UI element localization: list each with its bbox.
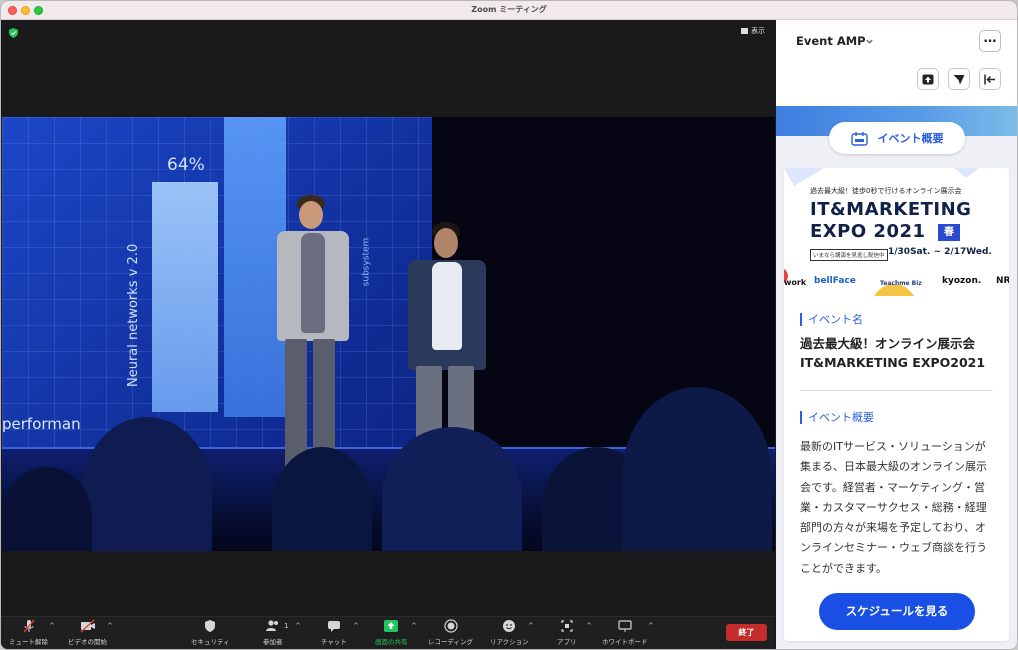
arrow-left-bar-icon: [984, 74, 995, 84]
apps-icon: [561, 620, 573, 632]
share-screen-button[interactable]: 画面の共有: [375, 619, 408, 646]
view-label: 表示: [751, 27, 765, 35]
security-shield-icon: [205, 620, 216, 632]
event-calendar-icon: [850, 131, 868, 146]
whiteboard-icon: [618, 620, 632, 632]
chevron-up-icon[interactable]: ^: [586, 622, 592, 630]
banner-title-line1: IT&MARKETING: [810, 199, 972, 220]
popout-button[interactable]: [917, 68, 939, 90]
banner-note: いまなら講演を見逃し配信中: [810, 249, 888, 261]
slide-vertical-text: Neural networks v 2.0: [126, 243, 141, 387]
chevron-up-icon[interactable]: ^: [353, 622, 359, 630]
chat-icon: [327, 621, 340, 632]
collapse-sidebar-button[interactable]: [979, 68, 1001, 90]
banner-dates: 1/30Sat. ~ 2/17Wed.: [888, 247, 992, 257]
view-schedule-button[interactable]: スケジュールを見る: [819, 593, 975, 630]
upload-box-icon: [922, 74, 934, 84]
banner-logos: work bellFace Teachme Biz kyozon. NR: [784, 268, 1009, 296]
security-label: セキュリティ: [191, 638, 230, 646]
participants-label: 参加者: [263, 638, 283, 646]
title-bar: Zoom ミーティング: [1, 1, 1017, 20]
start-video-button[interactable]: ビデオの開始: [68, 619, 107, 646]
share-screen-label: 画面の共有: [375, 638, 408, 646]
share-screen-icon: [384, 620, 399, 632]
banner-title-line2: EXPO 2021: [810, 221, 926, 242]
presenter-left: [257, 195, 357, 485]
apps-label: アプリ: [557, 638, 577, 646]
participants-button[interactable]: 参加者: [263, 619, 283, 646]
event-overview-label: イベント概要: [800, 411, 874, 424]
banner-logo: Teachme Biz: [880, 280, 922, 287]
window-title: Zoom ミーティング: [471, 5, 547, 14]
grid-view-icon: [741, 28, 748, 34]
event-banner-image: 過去最大級！徒歩0秒で行けるオンライン展示会 IT&MARKETING EXPO…: [784, 168, 1009, 296]
meeting-area: 表示 64% Neural networks v 2.0 subsystem p…: [1, 20, 775, 649]
event-card: 過去最大級！徒歩0秒で行けるオンライン展示会 IT&MARKETING EXPO…: [784, 168, 1009, 641]
slide-side-text: subsystem: [361, 237, 372, 287]
mute-label: ミュート解除: [9, 638, 48, 646]
start-video-label: ビデオの開始: [68, 638, 107, 646]
shared-video: 64% Neural networks v 2.0 subsystem perf…: [2, 117, 775, 551]
send-button[interactable]: [948, 68, 970, 90]
banner-logo: kyozon.: [942, 276, 982, 286]
participants-count: 1: [284, 622, 289, 630]
apps-button[interactable]: アプリ: [557, 619, 577, 646]
event-name-label: イベント名: [800, 313, 863, 326]
chevron-up-icon[interactable]: ^: [648, 622, 654, 630]
reaction-button[interactable]: リアクション: [490, 619, 529, 646]
presentation-screen: 64% Neural networks v 2.0 subsystem perf…: [2, 117, 432, 447]
chevron-up-icon[interactable]: ^: [107, 622, 113, 630]
chevron-up-icon[interactable]: ^: [411, 622, 417, 630]
reaction-icon: [503, 620, 516, 632]
security-button[interactable]: セキュリティ: [191, 619, 230, 646]
record-label: レコーディング: [428, 638, 474, 646]
mute-button[interactable]: ミュート解除: [9, 619, 48, 646]
whiteboard-button[interactable]: ホワイトボード: [602, 619, 648, 646]
chevron-up-icon[interactable]: ^: [49, 622, 55, 630]
chevron-down-icon[interactable]: [865, 37, 874, 46]
sidebar-title[interactable]: Event AMP: [796, 34, 866, 48]
meeting-toolbar: ミュート解除 ^ ビデオの開始 ^ セキュリティ 参加者 1 ^ チャット ^ …: [1, 616, 775, 649]
banner-logo: work: [784, 278, 807, 287]
mic-muted-icon: [22, 619, 35, 633]
chevron-up-icon[interactable]: ^: [528, 622, 534, 630]
zoom-window: Zoom ミーティング 表示 64% Neural networks v 2.0…: [0, 0, 1018, 650]
event-sidebar: Event AMP … イベント概要 過去最大級！徒歩0秒で行けるオンライン展示…: [776, 20, 1017, 649]
more-options-button[interactable]: …: [979, 30, 1001, 52]
slide-bottom-text: performan: [2, 415, 81, 433]
chat-button[interactable]: チャット: [321, 619, 347, 646]
view-button[interactable]: 表示: [741, 26, 765, 36]
reaction-label: リアクション: [490, 638, 529, 646]
encryption-shield-icon[interactable]: [9, 28, 18, 38]
banner-logo: bellFace: [814, 276, 856, 286]
event-overview-pill[interactable]: イベント概要: [829, 122, 965, 154]
chat-label: チャット: [321, 638, 347, 646]
record-icon: [443, 619, 458, 633]
banner-subtitle: 過去最大級！徒歩0秒で行けるオンライン展示会: [810, 187, 962, 195]
banner-season: 春: [938, 224, 960, 241]
event-overview-pill-label: イベント概要: [877, 132, 944, 145]
slide-percent-text: 64%: [167, 155, 205, 175]
event-name: 過去最大級！オンライン展示会 IT&MARKETING EXPO2021: [800, 336, 986, 370]
participants-icon: [265, 620, 278, 631]
whiteboard-label: ホワイトボード: [602, 638, 648, 646]
end-meeting-button[interactable]: 終了: [726, 624, 767, 641]
send-icon: [953, 74, 965, 84]
banner-logo: NR: [996, 276, 1009, 286]
event-overview-text: 最新のITサービス・ソリューションが集まる、日本最大級のオンライン展示会です。経…: [800, 440, 987, 575]
record-button[interactable]: レコーディング: [428, 619, 473, 646]
video-off-icon: [80, 619, 95, 633]
chevron-up-icon[interactable]: ^: [295, 622, 301, 630]
